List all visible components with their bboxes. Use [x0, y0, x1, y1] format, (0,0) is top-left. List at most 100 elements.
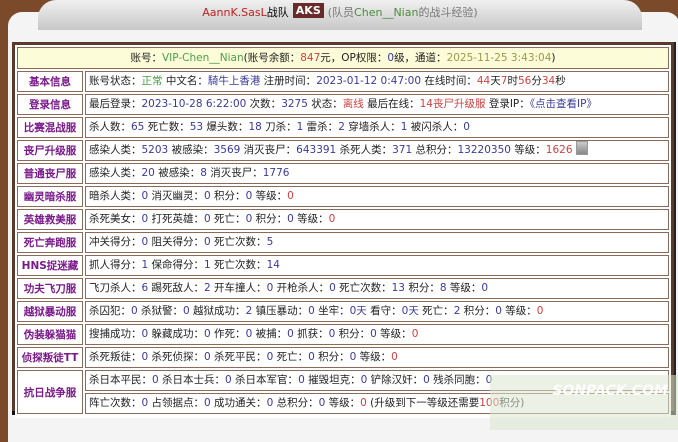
- field-label: 作死：: [210, 328, 246, 340]
- stats-line: 飞刀杀人：6 踢死敌人：2 开车撞人：0 开枪杀人：0 死亡次数：13 积分：8…: [85, 278, 669, 299]
- field-value: 0: [360, 397, 367, 409]
- field-label: 等级：: [325, 397, 361, 409]
- field-label: 在线时间：: [421, 75, 477, 87]
- field-value: 0: [204, 190, 211, 202]
- field-label: 杀死侦探：: [148, 351, 205, 363]
- field-value: 3569: [213, 144, 241, 156]
- field-value: 56: [517, 75, 532, 87]
- table-row: 死亡奔跑服 冲关得分：0 阻关得分：0 死亡次数：5: [17, 232, 669, 253]
- field-label: 杀死美女：: [89, 213, 142, 225]
- stats-line: 杀人数：65 死亡数：53 爆头数：18 刀杀：1 雷杀：2 穿墙杀人：1 被闪…: [85, 117, 669, 138]
- field-value: 2: [338, 121, 345, 133]
- field-label: 等级：: [446, 282, 482, 294]
- field-label: 秒: [555, 75, 566, 87]
- field-label: 时: [507, 75, 518, 87]
- field-value: 5203: [141, 144, 169, 156]
- field-value: 0: [308, 351, 315, 363]
- field-value: 0天: [401, 305, 419, 317]
- field-label: 消灭幽灵：: [148, 190, 205, 202]
- stats-line: 感染人类：20 被感染：8 消灭丧尸：1776: [85, 163, 669, 184]
- field-value: 53: [189, 121, 204, 133]
- field-label: 抓获：: [293, 328, 329, 340]
- field-label: 死亡：: [210, 213, 246, 225]
- field-value: 0: [308, 305, 315, 317]
- member-prefix: (队员: [327, 6, 355, 19]
- stats-line: 账号状态：正常 中文名：騎牛上香港 注册时间：2023-01-12 0:47:0…: [85, 71, 669, 92]
- field-label: 注册时间：: [260, 75, 317, 87]
- field-value: 0: [204, 351, 211, 363]
- server-label: 丧尸升级服: [17, 140, 83, 161]
- server-label: 基本信息: [17, 71, 83, 92]
- field-value: 3275: [281, 98, 308, 110]
- field-label: 等级：: [501, 305, 537, 317]
- field-value: 8: [200, 167, 207, 179]
- field-value: 1626: [545, 144, 573, 156]
- stats-table: 账号：VIP-Chen__Nian(账号余额：847元，OP权限：0级，通道：2…: [12, 42, 676, 418]
- field-value: 20: [141, 167, 155, 179]
- server-label: 越狱暴动服: [17, 301, 83, 322]
- field-value: 5: [266, 236, 274, 248]
- field-label: 死亡：: [273, 351, 309, 363]
- field-label: 死亡数：: [144, 121, 190, 133]
- field-value: 0: [204, 397, 211, 409]
- field-value: 0: [411, 328, 419, 340]
- field-label: 抓人得分：: [89, 259, 142, 271]
- field-label: 杀人数：: [89, 121, 131, 133]
- field-label: 打死英雄：: [148, 213, 205, 225]
- field-label: 阵亡次数：: [89, 397, 142, 409]
- field-value: 1: [204, 259, 211, 271]
- field-value: 847: [300, 52, 321, 64]
- server-label: 比赛混战服: [17, 117, 83, 138]
- team-logo: AKS: [292, 3, 324, 18]
- field-label: 状态：: [307, 98, 343, 110]
- server-label: 登录信息: [17, 94, 83, 115]
- watermark-logo: SONPACK.COM: [490, 375, 678, 430]
- field-value: 44: [476, 75, 491, 87]
- team-name: AannK.SasL: [202, 6, 267, 19]
- field-value: 18: [248, 121, 262, 133]
- table-row: 越狱暴动服 杀囚犯：0 杀狱警：0 越狱成功：2 镇压暴动：0 坐牢：0天 看守：…: [17, 301, 669, 322]
- table-row: HNS捉迷藏 抓人得分：1 保命得分：1 死亡次数：14: [17, 255, 669, 276]
- field-label: 等级：: [293, 213, 329, 225]
- field-value: 0: [495, 305, 502, 317]
- field-label: 分: [531, 75, 542, 87]
- field-value: 8: [439, 282, 447, 294]
- server-label: 侦探叛徒TT: [17, 347, 83, 368]
- stats-line: 杀死美女：0 打死英雄：0 死亡：0 积分：0 等级：0: [85, 209, 669, 230]
- field-label: 等级：: [356, 351, 392, 363]
- field-value: 371: [392, 144, 413, 156]
- team-suffix: 战队: [266, 6, 289, 19]
- field-label: 被捕：: [252, 328, 288, 340]
- field-value: 14: [266, 259, 280, 271]
- field-label: 冲关得分：: [89, 236, 142, 248]
- field-label: 杀死人类：: [336, 144, 393, 156]
- field-label: 摧毁坦克：: [304, 374, 361, 386]
- field-label: 杀死叛徒：: [89, 351, 142, 363]
- field-value: 1776: [262, 167, 290, 179]
- field-label: 死亡次数：: [335, 282, 392, 294]
- field-label: 雷杀：: [303, 121, 339, 133]
- field-value: 65: [131, 121, 145, 133]
- field-value: 0: [536, 305, 544, 317]
- table-row: 丧尸升级服 感染人类：5203 被感染：3569 消灭丧尸：643391 杀死人类…: [17, 140, 669, 161]
- field-value: VIP-Chen__Nian: [161, 52, 244, 64]
- field-label: 积分：: [460, 305, 496, 317]
- field-label: 账号：: [130, 52, 162, 64]
- field-label: 阻关得分：: [148, 236, 205, 248]
- field-label: 越狱成功：: [189, 305, 246, 317]
- field-label: 被感染：: [154, 167, 201, 179]
- account-summary: 账号：VIP-Chen__Nian(账号余额：847元，OP权限：0级，通道：2…: [17, 47, 669, 69]
- field-value: 《点击查看IP》: [529, 98, 597, 110]
- member-name: Chen__Nian: [354, 6, 419, 19]
- field-value: 离线: [342, 98, 364, 110]
- stats-line: 杀死叛徒：0 杀死侦探：0 杀死平民：0 死亡：0 积分：0 等级：0: [85, 347, 669, 368]
- server-label: 功夫飞刀服: [17, 278, 83, 299]
- field-value: 0: [481, 282, 489, 294]
- field-value: 0: [287, 190, 294, 202]
- field-value: 正常: [141, 75, 163, 87]
- field-label: 感染人类：: [89, 144, 142, 156]
- field-value: 0: [225, 374, 232, 386]
- field-label: 占领据点：: [148, 397, 205, 409]
- field-label: 消灭丧尸：: [206, 167, 263, 179]
- field-label: 等级：: [376, 328, 412, 340]
